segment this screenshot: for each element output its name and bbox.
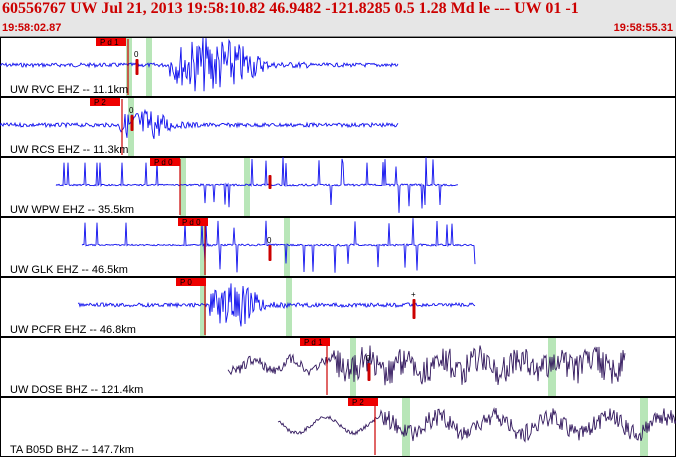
coda-marker[interactable]: [130, 115, 134, 131]
coda-window: [244, 158, 250, 216]
waveform-trace: [227, 345, 626, 386]
coda-label: 0: [267, 236, 272, 245]
coda-label: 0: [366, 354, 371, 363]
end-time: 19:58:55.31: [613, 22, 673, 34]
station-label: UW DOSE BHZ -- 121.4km: [10, 384, 143, 396]
p-pick-label: P 2: [94, 98, 106, 107]
waveform-canvas[interactable]: P d 1 0 UW RVC EHZ -- 11.1km P 2 0 UW RCS EHZ…: [0, 37, 676, 458]
p-pick-label: P 0: [180, 278, 192, 287]
station-label: UW RVC EHZ -- 11.1km: [10, 84, 128, 96]
station-label: UW GLK EHZ -- 46.5km: [10, 264, 128, 276]
station-label: TA B05D BHZ -- 147.7km: [10, 444, 134, 456]
waveform-trace: [81, 218, 476, 273]
coda-label: 0: [134, 50, 139, 59]
station-label: UW WPW EHZ -- 35.5km: [10, 204, 134, 216]
coda-label: +: [411, 290, 416, 299]
coda-marker[interactable]: [367, 363, 371, 381]
coda-label: 0: [129, 106, 134, 115]
seismogram-panels[interactable]: P d 1 0 UW RVC EHZ -- 11.1km P 2 0 UW RCS EHZ…: [0, 37, 676, 458]
coda-marker[interactable]: [268, 245, 272, 261]
coda-marker[interactable]: [412, 299, 416, 319]
waveform-trace: [277, 407, 676, 443]
p-pick-label: P d 0: [182, 218, 201, 227]
coda-window: [180, 158, 186, 216]
event-header: 60556767 UW Jul 21, 2013 19:58:10.82 46.…: [0, 0, 676, 37]
station-label: UW PCFR EHZ -- 46.8km: [10, 324, 136, 336]
p-pick-label: P 2: [352, 398, 364, 407]
coda-marker[interactable]: [135, 59, 139, 75]
p-pick-label: P d 0: [154, 158, 173, 167]
p-pick-label: P d 1: [100, 38, 119, 47]
coda-marker[interactable]: [268, 175, 272, 189]
p-pick-label: P d 1: [304, 338, 323, 347]
station-label: UW RCS EHZ -- 11.3km: [10, 144, 128, 156]
waveform-trace: [0, 108, 399, 140]
start-time: 19:58:02.87: [2, 22, 62, 34]
event-title: 60556767 UW Jul 21, 2013 19:58:10.82 46.…: [2, 0, 579, 17]
